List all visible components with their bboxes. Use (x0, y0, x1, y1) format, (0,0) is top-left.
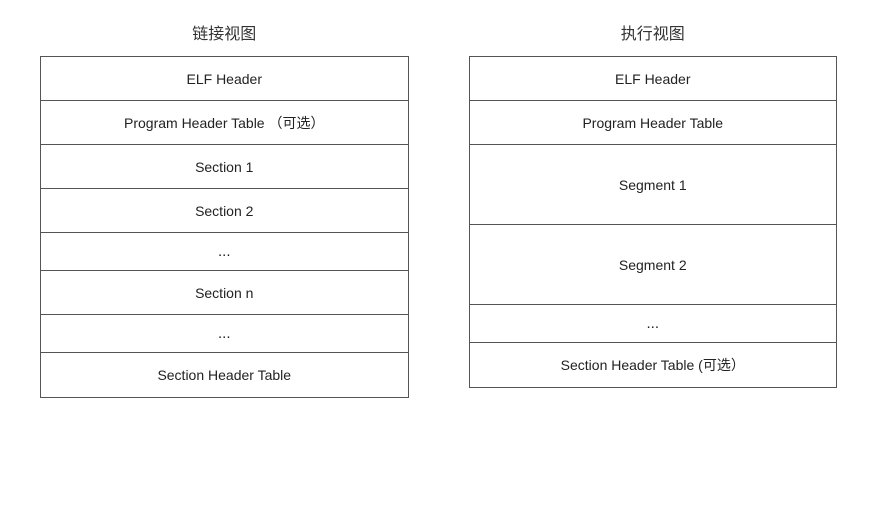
table-row: ... (41, 233, 408, 271)
table-row: Section Header Table (41, 353, 408, 397)
table-row: ... (470, 305, 837, 343)
table-row: Section 1 (41, 145, 408, 189)
right-view-title: 执行视图 (621, 20, 685, 44)
table-row: Program Header Table (470, 101, 837, 145)
table-row: Section 2 (41, 189, 408, 233)
table-row: Program Header Table （可选） (41, 101, 408, 145)
table-row: ... (41, 315, 408, 353)
left-view-column: 链接视图 ELF HeaderProgram Header Table （可选）… (40, 20, 409, 398)
right-view-column: 执行视图 ELF HeaderProgram Header TableSegme… (469, 20, 838, 398)
table-row: Segment 2 (470, 225, 837, 305)
table-row: Segment 1 (470, 145, 837, 225)
main-container: 链接视图 ELF HeaderProgram Header Table （可选）… (40, 20, 837, 398)
right-table: ELF HeaderProgram Header TableSegment 1S… (469, 56, 838, 388)
table-row: Section n (41, 271, 408, 315)
left-view-title: 链接视图 (192, 20, 256, 44)
table-row: Section Header Table (可选） (470, 343, 837, 387)
table-row: ELF Header (41, 57, 408, 101)
table-row: ELF Header (470, 57, 837, 101)
left-table: ELF HeaderProgram Header Table （可选）Secti… (40, 56, 409, 398)
